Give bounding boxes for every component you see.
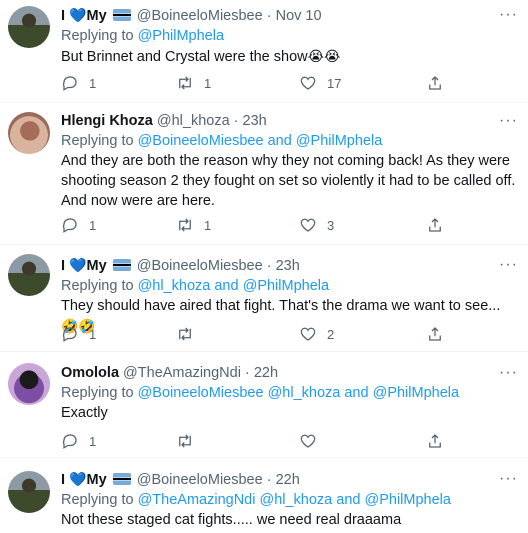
botswana-flag-icon xyxy=(112,259,131,271)
display-name[interactable]: I 💙My xyxy=(61,257,133,274)
user-handle[interactable]: @BoineeloMiesbee xyxy=(137,472,263,488)
tweet[interactable]: I 💙My @BoineeloMiesbee · 23h ··· Replyin… xyxy=(0,245,528,352)
reply-icon xyxy=(62,434,77,449)
user-handle[interactable]: @BoineeloMiesbee xyxy=(137,258,263,274)
share-icon xyxy=(429,218,441,232)
mention-link[interactable]: @PhilMphela xyxy=(365,492,451,508)
retweet-button[interactable]: 1 xyxy=(176,216,211,234)
retweet-icon xyxy=(179,218,191,232)
mention-link[interactable]: @BoineeloMiesbee @hl_khoza xyxy=(138,385,341,401)
more-options-icon[interactable]: ··· xyxy=(499,111,518,131)
reply-thread: I 💙My @BoineeloMiesbee · Nov 10 ··· Repl… xyxy=(0,0,528,533)
tweet-header: Hlengi Khoza @hl_khoza · 23h ··· xyxy=(61,111,518,131)
more-options-icon[interactable]: ··· xyxy=(499,363,518,383)
blue-heart-icon: 💙 xyxy=(69,471,87,487)
tweet-text: But Brinnet and Crystal were the show😭😭 xyxy=(61,48,341,65)
reply-button[interactable]: 1 xyxy=(61,325,96,343)
reply-icon xyxy=(62,76,77,91)
tweet-text: Not these staged cat fights..... we need… xyxy=(61,512,402,528)
display-name[interactable]: Hlengi Khoza xyxy=(61,113,153,129)
more-options-icon[interactable]: ··· xyxy=(499,5,518,25)
tweet-actions: 1 2 xyxy=(61,325,451,345)
like-button[interactable]: 17 xyxy=(299,74,341,92)
replying-to: Replying to @TheAmazingNdi @hl_khoza and… xyxy=(61,492,451,508)
mention-link[interactable]: @BoineeloMiesbee xyxy=(138,133,264,149)
tweet-actions: 1 1 17 xyxy=(61,74,451,94)
timestamp[interactable]: 23h xyxy=(243,113,267,129)
replying-to: Replying to @PhilMphela xyxy=(61,28,225,44)
share-button[interactable] xyxy=(426,74,444,92)
retweet-icon xyxy=(179,327,191,341)
more-options-icon[interactable]: ··· xyxy=(499,255,518,275)
tweet-text: And they are both the reason why they no… xyxy=(61,153,516,209)
tweet-text: Exactly xyxy=(61,405,108,421)
timestamp[interactable]: 22h xyxy=(254,365,278,381)
share-button[interactable] xyxy=(426,325,444,343)
more-options-icon[interactable]: ··· xyxy=(499,469,518,489)
avatar[interactable] xyxy=(8,254,50,296)
tweet-header: I 💙My @BoineeloMiesbee · 22h ··· xyxy=(61,469,518,489)
tweet[interactable]: I 💙My @BoineeloMiesbee · Nov 10 ··· Repl… xyxy=(0,0,528,103)
share-icon xyxy=(429,434,441,448)
like-button[interactable]: 2 xyxy=(299,325,334,343)
avatar[interactable] xyxy=(8,471,50,513)
timestamp[interactable]: 23h xyxy=(276,258,300,274)
share-button[interactable] xyxy=(426,432,444,450)
blue-heart-icon: 💙 xyxy=(69,7,87,23)
retweet-button[interactable] xyxy=(176,325,204,343)
reply-button[interactable]: 1 xyxy=(61,216,96,234)
mention-link[interactable]: @PhilMphela xyxy=(243,278,329,294)
user-handle[interactable]: @hl_khoza xyxy=(157,113,230,129)
replying-to: Replying to @BoineeloMiesbee and @PhilMp… xyxy=(61,133,383,149)
tweet[interactable]: I 💙My @BoineeloMiesbee · 22h ··· Replyin… xyxy=(0,458,528,533)
heart-icon xyxy=(300,434,316,448)
share-icon xyxy=(429,327,441,341)
timestamp[interactable]: Nov 10 xyxy=(276,8,322,24)
reply-icon xyxy=(62,218,77,233)
user-handle[interactable]: @BoineeloMiesbee xyxy=(137,8,263,24)
user-handle[interactable]: @TheAmazingNdi xyxy=(123,365,241,381)
replying-to: Replying to @BoineeloMiesbee @hl_khoza a… xyxy=(61,385,460,401)
mention-link[interactable]: @hl_khoza xyxy=(138,278,211,294)
heart-icon xyxy=(300,218,316,232)
mention-link[interactable]: @TheAmazingNdi @hl_khoza xyxy=(138,492,333,508)
blue-heart-icon: 💙 xyxy=(69,257,87,273)
reply-button[interactable]: 1 xyxy=(61,74,96,92)
tweet-header: I 💙My @BoineeloMiesbee · Nov 10 ··· xyxy=(61,5,518,25)
like-button[interactable]: 3 xyxy=(299,216,334,234)
reply-icon xyxy=(62,327,77,342)
tweet-header: I 💙My @BoineeloMiesbee · 23h ··· xyxy=(61,255,518,275)
timestamp[interactable]: 22h xyxy=(276,472,300,488)
botswana-flag-icon xyxy=(112,9,131,21)
retweet-button[interactable]: 1 xyxy=(176,74,211,92)
heart-icon xyxy=(300,76,316,90)
avatar[interactable] xyxy=(8,112,50,154)
retweet-icon xyxy=(179,76,191,90)
mention-link[interactable]: @PhilMphela xyxy=(373,385,459,401)
share-icon xyxy=(429,76,441,90)
avatar[interactable] xyxy=(8,363,50,405)
mention-link[interactable]: @PhilMphela xyxy=(138,28,224,44)
avatar[interactable] xyxy=(8,6,50,48)
replying-to: Replying to @hl_khoza and @PhilMphela xyxy=(61,278,330,294)
crying-face-emoji: 😭😭 xyxy=(307,48,341,64)
reply-button[interactable]: 1 xyxy=(61,432,96,450)
tweet-actions: 1 xyxy=(61,432,451,452)
share-button[interactable] xyxy=(426,216,444,234)
heart-icon xyxy=(300,327,316,341)
tweet-actions: 1 1 3 xyxy=(61,216,451,236)
retweet-button[interactable] xyxy=(176,432,204,450)
tweet[interactable]: Hlengi Khoza @hl_khoza · 23h ··· Replyin… xyxy=(0,103,528,245)
mention-link[interactable]: @PhilMphela xyxy=(296,133,382,149)
retweet-icon xyxy=(179,434,191,448)
tweet[interactable]: Omolola @TheAmazingNdi · 22h ··· Replyin… xyxy=(0,352,528,458)
botswana-flag-icon xyxy=(112,473,131,485)
display-name[interactable]: I 💙My xyxy=(61,7,133,24)
display-name[interactable]: I 💙My xyxy=(61,471,133,488)
display-name[interactable]: Omolola xyxy=(61,365,119,381)
tweet-header: Omolola @TheAmazingNdi · 22h ··· xyxy=(61,363,518,383)
like-button[interactable] xyxy=(299,432,327,450)
